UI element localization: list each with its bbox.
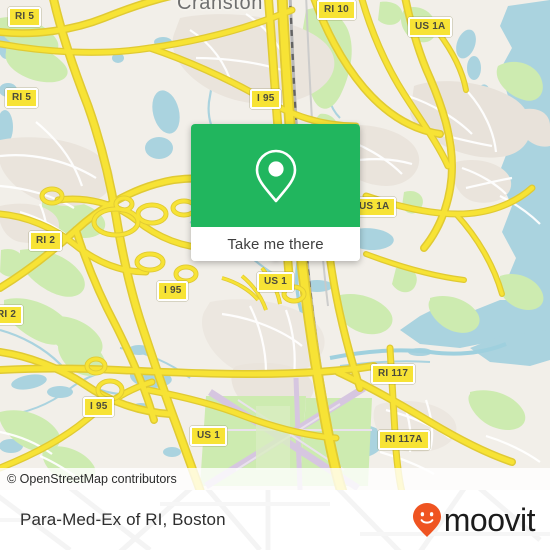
map-pin-icon [255,149,296,202]
osm-attribution-bar: © OpenStreetMap contributors [0,468,550,490]
map-screenshot: , [0,0,550,550]
page-title: Para-Med-Ex of RI, Boston [20,510,226,529]
road-shield-us1a-north[interactable]: US 1A [408,17,453,37]
moovit-wordmark: moovit [443,502,536,538]
map-canvas[interactable]: , [0,0,550,490]
road-shield-i95-north[interactable]: I 95 [250,89,282,109]
road-shield-ri2-edge[interactable]: RI 2 [0,305,24,325]
take-me-there-label: Take me there [227,235,324,253]
road-shield-ri10[interactable]: RI 10 [317,0,356,20]
osm-attribution-text[interactable]: © OpenStreetMap contributors [0,472,177,486]
card-pointer-tail [265,260,287,272]
card-header [191,124,360,227]
road-shield-i95-mid[interactable]: I 95 [157,281,189,301]
take-me-there-button[interactable]: Take me there [191,227,360,261]
road-shield-ri117[interactable]: RI 117 [371,364,416,384]
road-shield-us1-south[interactable]: US 1 [190,426,228,446]
road-shield-ri117a[interactable]: RI 117A [378,430,430,450]
road-shield-i95-south[interactable]: I 95 [83,397,115,417]
road-shield-ri5-north[interactable]: RI 5 [8,7,42,27]
road-shield-us1-mid[interactable]: US 1 [257,272,295,292]
road-shield-ri2[interactable]: RI 2 [29,231,63,251]
moovit-smiley-pin-icon [412,503,441,537]
location-info-card[interactable]: Take me there [191,124,360,261]
place-label-cranston: Cranston [177,0,263,14]
footer-bar: Para-Med-Ex of RI, Boston moovit [0,490,550,550]
moovit-brand[interactable]: moovit [412,502,536,538]
road-shield-ri5-south[interactable]: RI 5 [5,88,39,108]
